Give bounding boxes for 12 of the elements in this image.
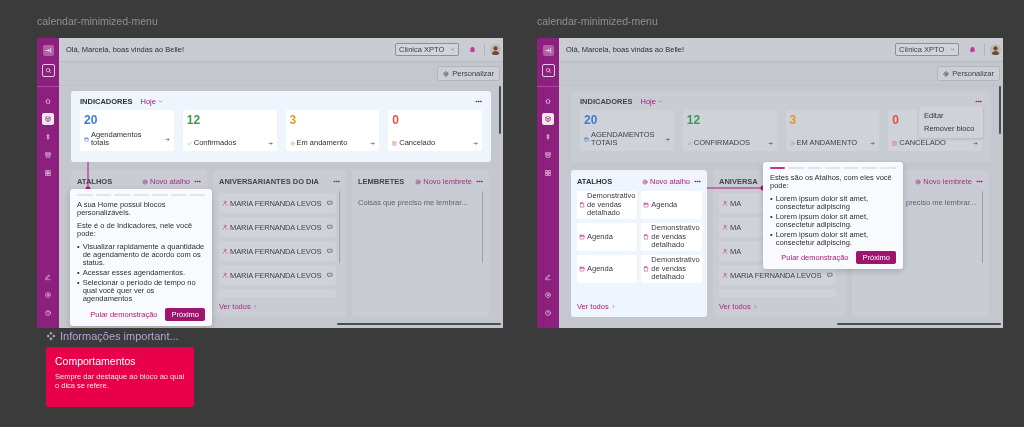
frame-label: calendar-minimized-menu xyxy=(537,14,658,29)
stat-value: 3 xyxy=(289,114,297,127)
stat-value: 20 xyxy=(584,114,598,127)
note-title: Comportamentos xyxy=(55,355,137,367)
stat-value: 0 xyxy=(392,114,399,127)
stat-value: 12 xyxy=(686,114,701,127)
section-heading: Informações important... xyxy=(60,330,179,342)
stat-value: 20 xyxy=(84,114,98,127)
stat-value: 0 xyxy=(892,114,899,127)
stat-value: 3 xyxy=(789,114,797,127)
frame-label: calendar-minimized-menu xyxy=(37,14,158,29)
stat-value: 12 xyxy=(186,114,201,127)
